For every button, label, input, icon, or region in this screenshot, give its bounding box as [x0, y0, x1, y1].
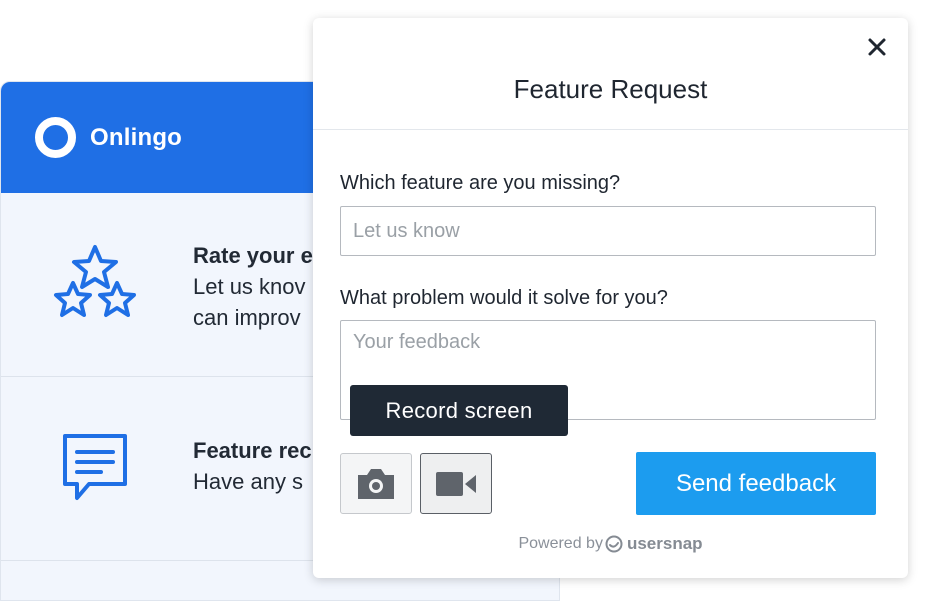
modal-title: Feature Request	[513, 74, 708, 104]
rate-item-texts: Rate your e Let us knov can improv	[193, 240, 313, 333]
brand-name: Onlingo	[90, 123, 183, 151]
record-screen-button[interactable]	[420, 453, 492, 514]
camera-icon	[358, 468, 394, 499]
record-screen-tooltip: Record screen	[350, 385, 568, 436]
problem-question-label: What problem would it solve for you?	[340, 287, 668, 309]
feature-item-title: Feature rec	[193, 438, 312, 463]
video-camera-icon	[436, 471, 476, 496]
onlingo-logo-icon	[35, 117, 76, 158]
send-feedback-button[interactable]: Send feedback	[636, 452, 876, 515]
header-divider	[313, 129, 908, 130]
feature-input[interactable]	[340, 206, 876, 256]
rate-item-line-2: can improv	[193, 305, 301, 330]
stars-icon	[54, 245, 136, 317]
usersnap-brand: usersnap	[626, 534, 703, 553]
close-icon[interactable]	[866, 36, 888, 58]
powered-by-text: Powered by	[518, 535, 603, 552]
rate-item-line-1: Let us knov	[193, 274, 306, 299]
chat-icon	[63, 434, 127, 500]
powered-by[interactable]: Powered by usersnap	[313, 534, 908, 554]
feature-request-modal: Feature Request Which feature are you mi…	[313, 18, 908, 578]
usersnap-logo-icon	[605, 535, 623, 553]
rate-item-title: Rate your e	[193, 243, 313, 268]
feature-question-label: Which feature are you missing?	[340, 172, 621, 194]
screenshot-button[interactable]	[340, 453, 412, 514]
feature-item-line-1: Have any s	[193, 469, 304, 494]
feature-item-texts: Feature rec Have any s	[193, 435, 312, 497]
